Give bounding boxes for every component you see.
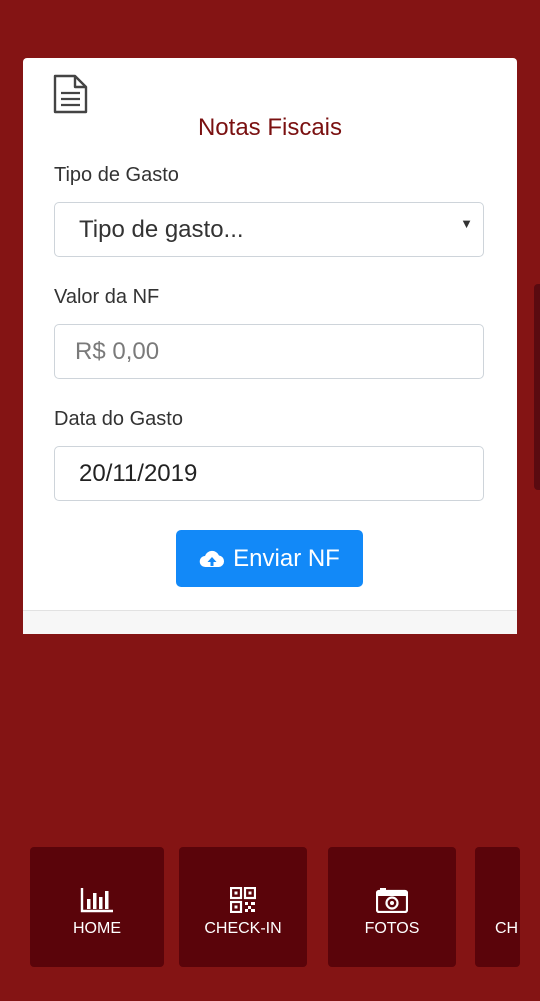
valor-nf-label: Valor da NF [54,286,160,308]
document-icon [53,74,88,114]
tipo-gasto-selected: Tipo de gasto... [79,216,244,243]
camera-icon [376,888,408,913]
page-title: Notas Fiscais [197,114,343,141]
qr-code-icon [230,887,256,913]
tipo-gasto-label: Tipo de Gasto [54,164,179,186]
nav-label-partial: CH [495,920,519,937]
valor-nf-placeholder: R$ 0,00 [75,338,160,365]
dropdown-caret-icon: ▼ [460,216,473,231]
valor-nf-input[interactable]: R$ 0,00 [54,324,484,379]
nav-item-partial[interactable]: CH [475,847,520,967]
bar-chart-icon [80,888,113,913]
nav-label-check-in: CHECK-IN [204,920,282,937]
data-gasto-input[interactable]: 20/11/2019 [54,446,484,501]
card-footer [23,610,517,634]
nav-item-home[interactable]: HOME [30,847,164,967]
data-gasto-value: 20/11/2019 [79,460,198,487]
nav-item-fotos[interactable]: FOTOS [328,847,456,967]
data-gasto-label: Data do Gasto [54,408,183,430]
notas-fiscais-card: Notas Fiscais Tipo de Gasto Tipo de gast… [23,58,517,634]
enviar-nf-label: Enviar NF [233,544,340,572]
nav-label-home: HOME [73,920,121,937]
nav-label-fotos: FOTOS [364,920,420,937]
cloud-upload-icon [199,550,225,567]
nav-item-check-in[interactable]: CHECK-IN [179,847,307,967]
side-scroll-handle[interactable] [534,284,540,490]
enviar-nf-button[interactable]: Enviar NF [176,530,363,587]
tipo-gasto-select[interactable]: Tipo de gasto... ▼ [54,202,484,257]
